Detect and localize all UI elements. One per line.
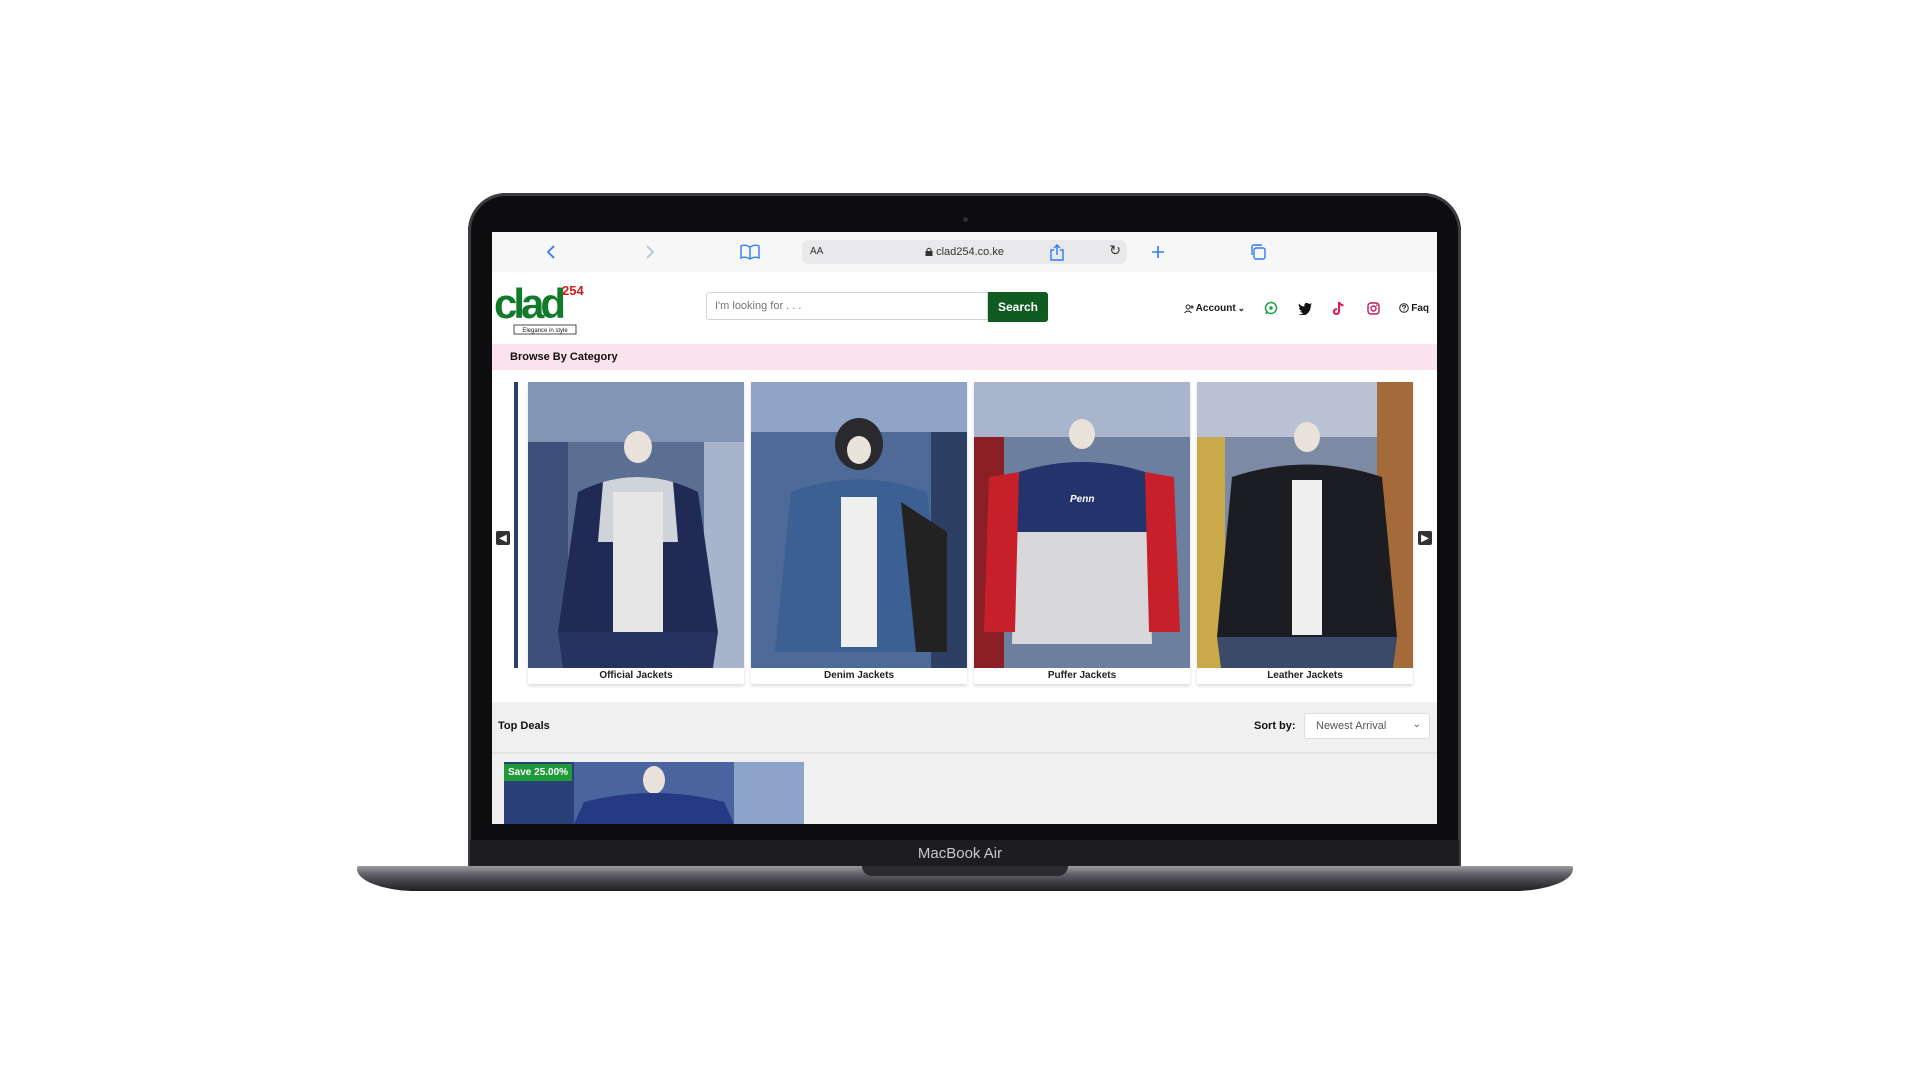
top-deals-title: Top Deals <box>498 720 550 732</box>
save-badge: Save 25.00% <box>504 764 573 781</box>
bookmarks-icon[interactable] <box>736 240 764 264</box>
url-text: clad254.co.ke <box>802 246 1127 258</box>
browser-toolbar: AA clad254.co.ke ↻ <box>492 232 1437 273</box>
carousel-prev-button[interactable]: ◀ <box>496 531 510 545</box>
instagram-icon[interactable] <box>1365 300 1381 316</box>
twitter-icon[interactable] <box>1297 300 1313 316</box>
top-deals-header: Top Deals Sort by: Newest Arrival ⌄ <box>492 702 1437 752</box>
question-icon <box>1399 303 1410 313</box>
tabs-overview-icon[interactable] <box>1244 240 1272 264</box>
header-actions: Account ⌄ Faq <box>1183 300 1429 316</box>
device-label: MacBook Air <box>917 845 1003 862</box>
whatsapp-icon[interactable] <box>1263 300 1279 316</box>
category-header: Browse By Category <box>492 344 1437 370</box>
category-cards: Official Jackets Denim Jackets Penn Puff… <box>528 382 1413 684</box>
add-user-icon <box>1183 304 1194 313</box>
official-jacket-image <box>528 382 744 668</box>
category-label: Leather Jackets <box>1267 670 1343 681</box>
chevron-down-icon: ⌄ <box>1412 719 1421 730</box>
account-menu[interactable]: Account ⌄ <box>1183 302 1246 314</box>
sort-value: Newest Arrival <box>1316 720 1387 732</box>
screen: AA clad254.co.ke ↻ clad 254 Elegance in … <box>492 232 1437 824</box>
sort-select[interactable]: Newest Arrival ⌄ <box>1304 713 1430 739</box>
category-title: Browse By Category <box>510 351 618 363</box>
partial-category-card <box>514 382 518 668</box>
svg-text:Penn: Penn <box>1070 494 1094 505</box>
site-logo[interactable]: clad 254 Elegance in style <box>494 278 596 336</box>
divider <box>492 752 1437 754</box>
faq-link[interactable]: Faq <box>1399 303 1429 314</box>
puffer-jacket-image: Penn <box>974 382 1190 668</box>
carousel-next-button[interactable]: ▶ <box>1418 531 1432 545</box>
new-tab-icon[interactable] <box>1144 240 1172 264</box>
category-card-puffer[interactable]: Penn Puffer Jackets <box>974 382 1190 684</box>
sort-label: Sort by: <box>1254 720 1296 732</box>
logo-tagline: Elegance in style <box>522 328 568 334</box>
share-icon[interactable] <box>1043 240 1071 264</box>
address-bar[interactable]: AA clad254.co.ke ↻ <box>802 240 1127 264</box>
category-label: Puffer Jackets <box>1047 670 1117 681</box>
search-bar: Search <box>706 292 1050 324</box>
back-icon[interactable] <box>537 240 565 264</box>
tiktok-icon[interactable] <box>1331 300 1347 316</box>
url-label: clad254.co.ke <box>936 246 1004 258</box>
search-button[interactable]: Search <box>988 292 1048 322</box>
category-card-official[interactable]: Official Jackets <box>528 382 744 684</box>
forward-icon[interactable] <box>636 240 664 264</box>
category-card-denim[interactable]: Denim Jackets <box>751 382 967 684</box>
account-label: Account <box>1195 302 1236 314</box>
category-carousel: ◀ ▶ Official Jackets Denim Jackets Penn … <box>492 370 1437 684</box>
logo-superscript: 254 <box>562 283 584 298</box>
category-label: Denim Jackets <box>823 670 895 681</box>
faq-label: Faq <box>1411 302 1429 314</box>
reload-icon[interactable]: ↻ <box>1109 242 1121 259</box>
denim-jacket-image <box>751 382 967 668</box>
lock-icon <box>925 247 933 256</box>
site-header: clad 254 Elegance in style Search Accoun… <box>492 272 1437 344</box>
leather-jacket-image <box>1197 382 1413 668</box>
camera-icon <box>963 217 968 222</box>
category-label: Official Jackets <box>599 670 673 681</box>
chevron-down-icon: ⌄ <box>1237 302 1246 313</box>
logo-text: clad <box>494 280 563 327</box>
search-input[interactable] <box>706 292 988 320</box>
hinge-notch <box>862 866 1068 876</box>
category-card-leather[interactable]: Leather Jackets <box>1197 382 1413 684</box>
